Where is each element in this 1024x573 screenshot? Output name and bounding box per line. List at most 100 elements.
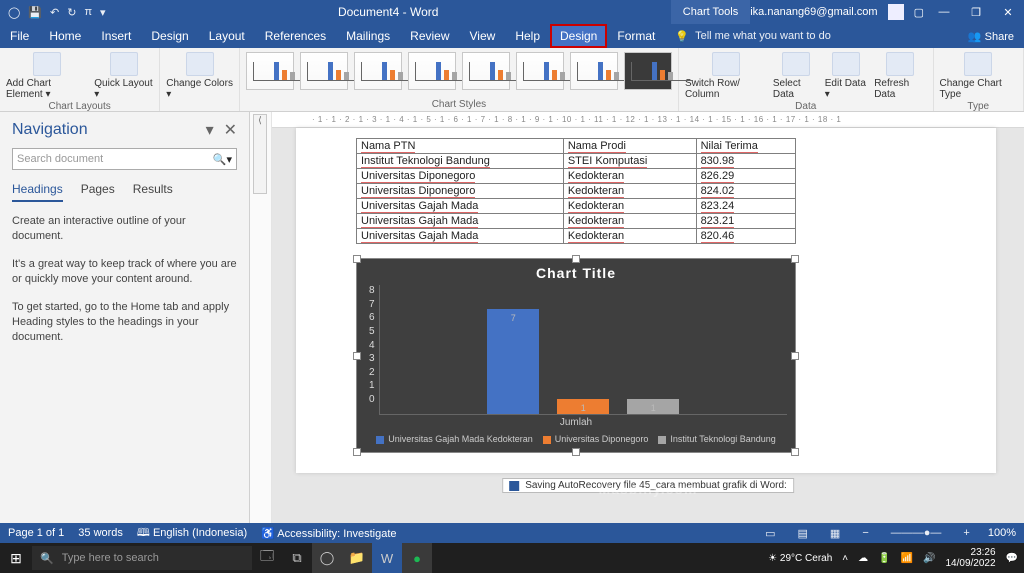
taskbar-search[interactable]: 🔍 Type here to search bbox=[32, 546, 252, 570]
ribbon-options-icon[interactable]: ▢ bbox=[914, 6, 924, 19]
data-table[interactable]: Nama PTN Nama Prodi Nilai Terima Institu… bbox=[356, 138, 796, 244]
tab-insert[interactable]: Insert bbox=[91, 24, 141, 48]
zoom-slider[interactable]: ———●— bbox=[887, 527, 946, 539]
avatar[interactable] bbox=[888, 4, 904, 20]
add-chart-element-button[interactable]: Add Chart Element ▾ bbox=[6, 52, 88, 100]
table-row[interactable]: Universitas DiponegoroKedokteran824.02 bbox=[357, 184, 796, 199]
tab-file[interactable]: File bbox=[0, 24, 39, 48]
close-button[interactable]: ✕ bbox=[992, 6, 1024, 19]
status-lang[interactable]: 🕮 English (Indonesia) bbox=[137, 524, 247, 543]
status-words[interactable]: 35 words bbox=[78, 527, 123, 539]
chart-style-6[interactable] bbox=[516, 52, 564, 90]
switch-row-column-button[interactable]: Switch Row/ Column bbox=[685, 52, 767, 100]
redo-icon[interactable]: ↻ bbox=[67, 6, 76, 19]
share-button[interactable]: 👥 Share bbox=[968, 30, 1014, 43]
view-print-icon[interactable]: ▤ bbox=[794, 527, 812, 540]
horizontal-ruler[interactable]: · 1 · 1 · 2 · 1 · 3 · 1 · 4 · 1 · 5 · 1 … bbox=[272, 112, 1024, 128]
chart-legend[interactable]: Universitas Gajah Mada Kedokteran Univers… bbox=[365, 434, 787, 444]
tray-volume-icon[interactable]: 🔊 bbox=[923, 553, 935, 564]
maximize-button[interactable]: ❐ bbox=[960, 6, 992, 19]
clock[interactable]: 23:2614/09/2022 bbox=[945, 547, 995, 569]
status-page[interactable]: Page 1 of 1 bbox=[8, 527, 64, 539]
table-row[interactable]: Universitas Gajah MadaKedokteran820.46 bbox=[357, 229, 796, 244]
weather[interactable]: ☀ 29°C Cerah bbox=[768, 553, 832, 564]
tell-me-search[interactable]: 💡 Tell me what you want to do bbox=[665, 24, 830, 48]
autosave-toggle[interactable]: ◯ bbox=[8, 6, 20, 19]
change-colors-button[interactable]: Change Colors ▾ bbox=[166, 52, 233, 100]
chart-object[interactable]: Chart Title 876543210 711 Jumlah Univers… bbox=[356, 258, 796, 453]
chart-styles-gallery[interactable] bbox=[246, 52, 672, 90]
nav-tab-headings[interactable]: Headings bbox=[12, 182, 63, 202]
chart-style-2[interactable] bbox=[300, 52, 348, 90]
zoom-level[interactable]: 100% bbox=[988, 527, 1016, 539]
tray-cloud-icon[interactable]: ☁ bbox=[858, 553, 868, 564]
table-row[interactable]: Universitas Gajah MadaKedokteran823.24 bbox=[357, 199, 796, 214]
chart-style-1[interactable] bbox=[246, 52, 294, 90]
chart-style-3[interactable] bbox=[354, 52, 402, 90]
minimize-button[interactable]: — bbox=[928, 6, 960, 18]
tab-home[interactable]: Home bbox=[39, 24, 91, 48]
qat-more-icon[interactable]: ▾ bbox=[100, 6, 106, 19]
tray-wifi-icon[interactable]: 📶 bbox=[901, 553, 913, 564]
save-icon[interactable]: 💾 bbox=[28, 6, 42, 19]
chart-bar[interactable]: 7 bbox=[487, 294, 539, 414]
nav-close-icon[interactable]: ✕ bbox=[224, 120, 237, 140]
chart-bar[interactable]: 1 bbox=[557, 294, 609, 414]
chart-plot-area[interactable]: 876543210 711 bbox=[365, 285, 787, 415]
refresh-data-button[interactable]: Refresh Data bbox=[874, 52, 926, 100]
chart-bars[interactable]: 711 bbox=[379, 285, 787, 415]
task-widgets-icon[interactable]: 🗔 bbox=[252, 547, 282, 569]
change-chart-type-button[interactable]: Change Chart Type bbox=[940, 52, 1017, 100]
select-data-button[interactable]: Select Data bbox=[773, 52, 819, 100]
view-focus-icon[interactable]: ▭ bbox=[761, 527, 779, 540]
start-button[interactable]: ⊞ bbox=[0, 550, 32, 567]
tab-review[interactable]: Review bbox=[400, 24, 459, 48]
quick-layout-button[interactable]: Quick Layout ▾ bbox=[94, 52, 153, 100]
table-row[interactable]: Institut Teknologi BandungSTEI Komputasi… bbox=[357, 154, 796, 169]
zoom-in-button[interactable]: + bbox=[959, 527, 973, 539]
nav-options-icon[interactable]: ▾ bbox=[206, 120, 214, 140]
nav-tab-results[interactable]: Results bbox=[133, 182, 173, 202]
table-row[interactable]: Universitas Gajah MadaKedokteran823.21 bbox=[357, 214, 796, 229]
search-icon[interactable]: 🔍▾ bbox=[213, 153, 232, 166]
legend-item[interactable]: Institut Teknologi Bandung bbox=[658, 434, 775, 444]
tab-chart-format[interactable]: Format bbox=[607, 24, 665, 48]
nav-tab-pages[interactable]: Pages bbox=[81, 182, 115, 202]
legend-item[interactable]: Universitas Gajah Mada Kedokteran bbox=[376, 434, 533, 444]
chart-style-7[interactable] bbox=[570, 52, 618, 90]
tab-layout[interactable]: Layout bbox=[199, 24, 255, 48]
nav-collapse-icon[interactable]: ⟨ bbox=[253, 114, 267, 194]
taskbar-explorer-icon[interactable]: 📁 bbox=[342, 543, 372, 573]
page[interactable]: Nama PTN Nama Prodi Nilai Terima Institu… bbox=[296, 128, 996, 473]
document-area[interactable]: · 1 · 1 · 2 · 1 · 3 · 1 · 4 · 1 · 5 · 1 … bbox=[272, 112, 1024, 523]
system-tray[interactable]: ☀ 29°C Cerah ˄ ☁ 🔋 📶 🔊 23:2614/09/2022 💬 bbox=[768, 547, 1024, 569]
chart-style-8[interactable] bbox=[624, 52, 672, 90]
chart-title[interactable]: Chart Title bbox=[365, 265, 787, 281]
notifications-icon[interactable]: 💬 bbox=[1006, 553, 1018, 564]
zoom-out-button[interactable]: − bbox=[858, 527, 872, 539]
tab-view[interactable]: View bbox=[460, 24, 506, 48]
tab-help[interactable]: Help bbox=[505, 24, 550, 48]
taskbar-cortana-icon[interactable]: ◯ bbox=[312, 543, 342, 573]
table-row[interactable]: Universitas DiponegoroKedokteran826.29 bbox=[357, 169, 796, 184]
tab-mailings[interactable]: Mailings bbox=[336, 24, 400, 48]
chart-bar[interactable]: 1 bbox=[627, 294, 679, 414]
status-accessibility[interactable]: ♿ Accessibility: Investigate bbox=[261, 527, 396, 540]
account-area[interactable]: ika.nanang69@gmail.com ▢ bbox=[750, 4, 928, 20]
view-web-icon[interactable]: ▦ bbox=[826, 527, 844, 540]
undo-icon[interactable]: ↶ bbox=[50, 6, 59, 19]
taskbar-spotify-icon[interactable]: ● bbox=[402, 543, 432, 573]
tab-design[interactable]: Design bbox=[141, 24, 198, 48]
chart-style-4[interactable] bbox=[408, 52, 456, 90]
edit-data-button[interactable]: Edit Data ▾ bbox=[825, 52, 868, 100]
tray-chevron-icon[interactable]: ˄ bbox=[842, 553, 848, 564]
legend-item[interactable]: Universitas Diponegoro bbox=[543, 434, 649, 444]
tab-chart-design[interactable]: Design bbox=[550, 24, 607, 48]
search-input[interactable] bbox=[17, 153, 213, 165]
equation-icon[interactable]: π bbox=[84, 6, 92, 18]
task-view-icon[interactable]: ⧉ bbox=[282, 550, 312, 566]
tray-battery-icon[interactable]: 🔋 bbox=[878, 553, 890, 564]
nav-search[interactable]: 🔍▾ bbox=[12, 148, 237, 170]
tab-references[interactable]: References bbox=[255, 24, 336, 48]
chart-style-5[interactable] bbox=[462, 52, 510, 90]
